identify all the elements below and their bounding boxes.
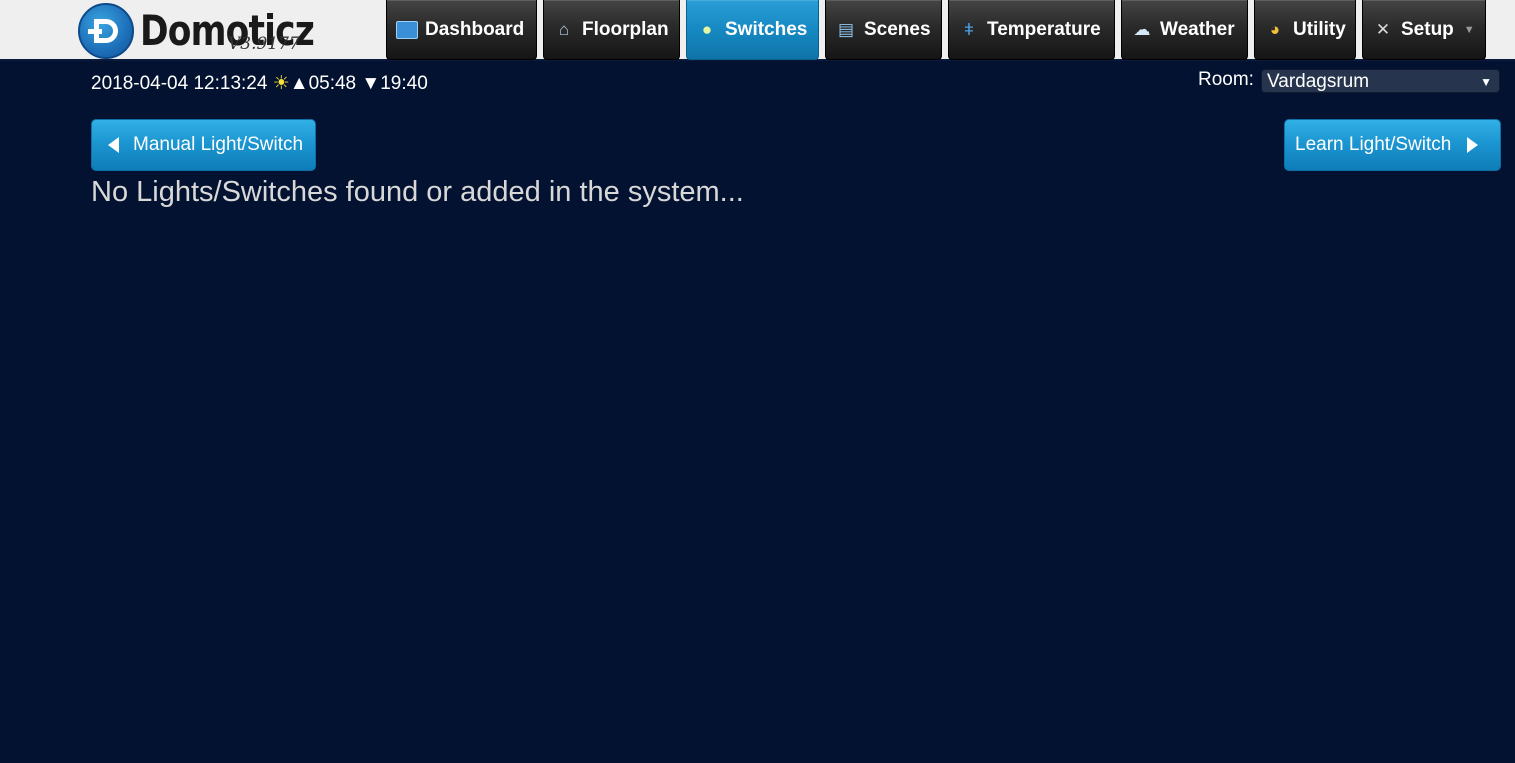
tab-utility-label: Utility (1293, 18, 1346, 40)
empty-state-message: No Lights/Switches found or added in the… (91, 176, 744, 208)
tab-setup[interactable]: ✕ Setup ▼ (1362, 0, 1486, 60)
tab-setup-label: Setup (1401, 18, 1454, 40)
sunrise-time: 05:48 (308, 73, 357, 94)
room-select-value: Vardagsrum (1267, 71, 1370, 92)
gauge-icon: ◕ (1269, 19, 1281, 39)
tab-switches[interactable]: ● Switches (686, 0, 819, 60)
tab-scenes-label: Scenes (864, 18, 931, 40)
tools-icon: ✕ (1375, 19, 1391, 39)
sunset-time: 19:40 (380, 73, 428, 94)
chevron-down-icon: ▼ (1463, 23, 1475, 36)
sun-icon: ☀ (272, 73, 290, 94)
domoticz-logo-icon (78, 3, 134, 59)
tab-utility[interactable]: ◕ Utility (1254, 0, 1356, 60)
tab-weather[interactable]: ☁ Weather (1121, 0, 1248, 60)
tab-dashboard-label: Dashboard (425, 18, 525, 40)
tab-floorplan-label: Floorplan (582, 18, 669, 40)
chevron-down-icon: ▼ (1480, 75, 1492, 89)
thermometer-icon: ǂ (964, 19, 974, 39)
dashboard-icon (396, 20, 418, 39)
lightbulb-icon: ● (701, 19, 713, 39)
arrow-right-icon (1467, 137, 1479, 153)
learn-light-switch-button[interactable]: Learn Light/Switch (1284, 119, 1501, 171)
room-select[interactable]: Vardagsrum ▼ (1261, 69, 1500, 93)
rain-cloud-icon: ☁ (1133, 19, 1151, 39)
sunset-icon: ▼ (361, 73, 381, 94)
sunrise-icon: ▲ (289, 73, 309, 94)
learn-light-switch-label: Learn Light/Switch (1295, 134, 1452, 155)
tab-weather-label: Weather (1160, 18, 1235, 40)
current-datetime: 2018-04-04 12:13:24 (91, 73, 268, 94)
tab-temperature[interactable]: ǂ Temperature (948, 0, 1115, 60)
tab-floorplan[interactable]: ⌂ Floorplan (543, 0, 680, 60)
app-version: V3.9177 (228, 34, 300, 54)
manual-light-switch-label: Manual Light/Switch (133, 134, 304, 155)
tab-dashboard[interactable]: Dashboard (386, 0, 537, 60)
tab-temperature-label: Temperature (987, 18, 1101, 40)
clapperboard-icon: ▤ (837, 19, 855, 39)
arrow-left-icon (108, 137, 119, 153)
tab-switches-label: Switches (725, 18, 808, 40)
status-bar: 2018-04-04 12:13:24 ☀▲05:48 ▼19:40 (91, 72, 428, 95)
tab-scenes[interactable]: ▤ Scenes (825, 0, 942, 60)
room-label: Room: (1198, 69, 1254, 90)
app-logo[interactable]: Domoticz (78, 3, 352, 59)
top-bar: Domoticz V3.9177 Dashboard ⌂ Floorplan ●… (0, 0, 1515, 61)
manual-light-switch-button[interactable]: Manual Light/Switch (91, 119, 316, 171)
floorplan-icon: ⌂ (558, 19, 570, 39)
